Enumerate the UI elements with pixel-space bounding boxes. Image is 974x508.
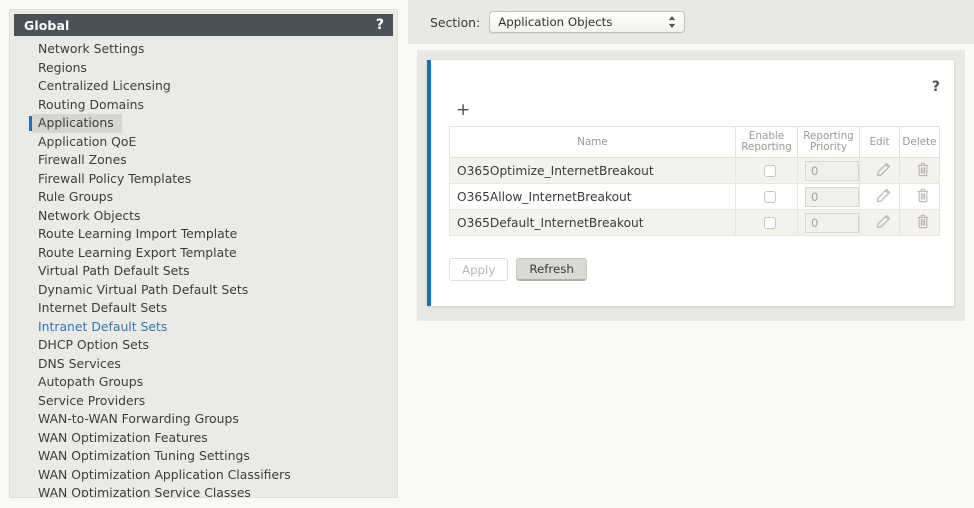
pencil-icon[interactable] bbox=[876, 162, 891, 177]
cell-reporting-priority bbox=[797, 183, 860, 210]
sidebar-nav-list: Network Settings Regions Centralized Licen… bbox=[10, 40, 397, 497]
header-line: Edit bbox=[869, 135, 890, 148]
reporting-priority-input[interactable] bbox=[805, 160, 859, 181]
sidebar-item-network-objects[interactable]: Network Objects bbox=[10, 207, 397, 226]
section-select[interactable]: Application Objects bbox=[489, 11, 686, 33]
sidebar-item-autopath-groups[interactable]: Autopath Groups bbox=[10, 373, 397, 392]
sidebar-item-intranet-default-sets[interactable]: Intranet Default Sets bbox=[10, 318, 397, 337]
cell-name: O365Default_InternetBreakout bbox=[449, 209, 736, 236]
sidebar-item-firewall-zones[interactable]: Firewall Zones bbox=[10, 151, 397, 170]
sidebar-item-service-providers[interactable]: Service Providers bbox=[10, 392, 397, 411]
cell-enable-reporting bbox=[735, 183, 798, 210]
column-header-edit: Edit bbox=[859, 126, 900, 158]
sidebar-item-dhcp-option-sets[interactable]: DHCP Option Sets bbox=[10, 336, 397, 355]
help-icon[interactable]: ? bbox=[376, 18, 384, 32]
sidebar-item-routing-domains[interactable]: Routing Domains bbox=[10, 96, 397, 115]
cell-delete bbox=[899, 183, 940, 210]
table-header-row: Name Enable Reporting Reporting Priority… bbox=[449, 126, 940, 158]
trash-icon[interactable] bbox=[916, 162, 930, 177]
cell-edit bbox=[859, 209, 900, 236]
cell-reporting-priority bbox=[797, 157, 860, 184]
table-row: O365Optimize_InternetBreakout bbox=[449, 157, 940, 184]
sidebar-item-wan-optimization-tuning-settings[interactable]: WAN Optimization Tuning Settings bbox=[10, 447, 397, 466]
sidebar-item-route-learning-export-template[interactable]: Route Learning Export Template bbox=[10, 244, 397, 263]
reporting-priority-input[interactable] bbox=[805, 186, 859, 207]
column-header-enable-reporting: Enable Reporting bbox=[735, 126, 798, 158]
column-header-reporting-priority: Reporting Priority bbox=[797, 126, 860, 158]
header-line: Reporting bbox=[741, 141, 792, 153]
table-row: O365Allow_InternetBreakout bbox=[449, 183, 940, 210]
cell-name: O365Allow_InternetBreakout bbox=[449, 183, 736, 210]
sidebar-title: Global bbox=[24, 17, 70, 33]
sidebar-item-route-learning-import-template[interactable]: Route Learning Import Template bbox=[10, 225, 397, 244]
table-row: O365Default_InternetBreakout bbox=[449, 209, 940, 236]
pencil-icon[interactable] bbox=[876, 214, 891, 229]
sidebar-item-application-qoe[interactable]: Application QoE bbox=[10, 133, 397, 152]
cell-delete bbox=[899, 157, 940, 184]
cell-delete bbox=[899, 209, 940, 236]
plus-icon[interactable]: + bbox=[456, 102, 470, 119]
column-header-name: Name bbox=[449, 126, 736, 158]
sidebar-item-dynamic-virtual-path-default-sets[interactable]: Dynamic Virtual Path Default Sets bbox=[10, 281, 397, 300]
cell-edit bbox=[859, 157, 900, 184]
panel-accent-bar bbox=[427, 60, 431, 306]
sidebar-item-internet-default-sets[interactable]: Internet Default Sets bbox=[10, 299, 397, 318]
sidebar-item-wan-optimization-application-classifiers[interactable]: WAN Optimization Application Classifiers bbox=[10, 466, 397, 485]
section-label: Section: bbox=[430, 14, 481, 30]
cell-name: O365Optimize_InternetBreakout bbox=[449, 157, 736, 184]
sidebar-item-regions[interactable]: Regions bbox=[10, 59, 397, 78]
enable-reporting-checkbox[interactable] bbox=[764, 165, 776, 177]
application-objects-table: Name Enable Reporting Reporting Priority… bbox=[449, 126, 940, 236]
cell-reporting-priority bbox=[797, 209, 860, 236]
enable-reporting-checkbox[interactable] bbox=[764, 191, 776, 203]
sidebar-item-centralized-licensing[interactable]: Centralized Licensing bbox=[10, 77, 397, 96]
sidebar-item-dns-services[interactable]: DNS Services bbox=[10, 355, 397, 374]
sidebar-item-wan-optimization-features[interactable]: WAN Optimization Features bbox=[10, 429, 397, 448]
application-objects-tbody: O365Optimize_InternetBreakoutO365Allow_I… bbox=[449, 157, 940, 236]
section-select-wrapper: Application Objects bbox=[489, 11, 686, 33]
section-toolbar: Section: Application Objects bbox=[408, 0, 974, 44]
panel-action-buttons: Apply Refresh bbox=[449, 258, 587, 281]
sidebar-item-wan-optimization-service-classes[interactable]: WAN Optimization Service Classes bbox=[10, 484, 397, 497]
trash-icon[interactable] bbox=[916, 214, 930, 229]
reporting-priority-input[interactable] bbox=[805, 212, 859, 233]
trash-icon[interactable] bbox=[916, 188, 930, 203]
global-sidebar: Global ? Network Settings Regions Centrali… bbox=[9, 9, 398, 498]
application-objects-panel: ? + Name Enable Reporting Reporting Prio… bbox=[426, 59, 955, 307]
sidebar-header: Global ? bbox=[14, 14, 393, 36]
column-header-delete: Delete bbox=[899, 126, 940, 158]
header-line: Delete bbox=[902, 135, 937, 148]
header-line: Priority bbox=[810, 141, 847, 153]
sidebar-item-applications[interactable]: Applications bbox=[29, 114, 122, 133]
sidebar-item-firewall-policy-templates[interactable]: Firewall Policy Templates bbox=[10, 170, 397, 189]
header-line: Name bbox=[577, 135, 608, 148]
pencil-icon[interactable] bbox=[876, 188, 891, 203]
cell-enable-reporting bbox=[735, 209, 798, 236]
panel-outer-container: ? + Name Enable Reporting Reporting Prio… bbox=[417, 50, 965, 321]
main-content: Section: Application Objects ? + Name En… bbox=[408, 0, 974, 508]
cell-enable-reporting bbox=[735, 157, 798, 184]
sidebar-item-virtual-path-default-sets[interactable]: Virtual Path Default Sets bbox=[10, 262, 397, 281]
sidebar-item-network-settings[interactable]: Network Settings bbox=[10, 40, 397, 59]
sidebar-item-rule-groups[interactable]: Rule Groups bbox=[10, 188, 397, 207]
panel-help-icon[interactable]: ? bbox=[932, 80, 940, 94]
refresh-button[interactable]: Refresh bbox=[516, 258, 587, 281]
cell-edit bbox=[859, 183, 900, 210]
apply-button[interactable]: Apply bbox=[449, 258, 509, 281]
enable-reporting-checkbox[interactable] bbox=[764, 217, 776, 229]
sidebar-item-wan-to-wan-forwarding-groups[interactable]: WAN-to-WAN Forwarding Groups bbox=[10, 410, 397, 429]
